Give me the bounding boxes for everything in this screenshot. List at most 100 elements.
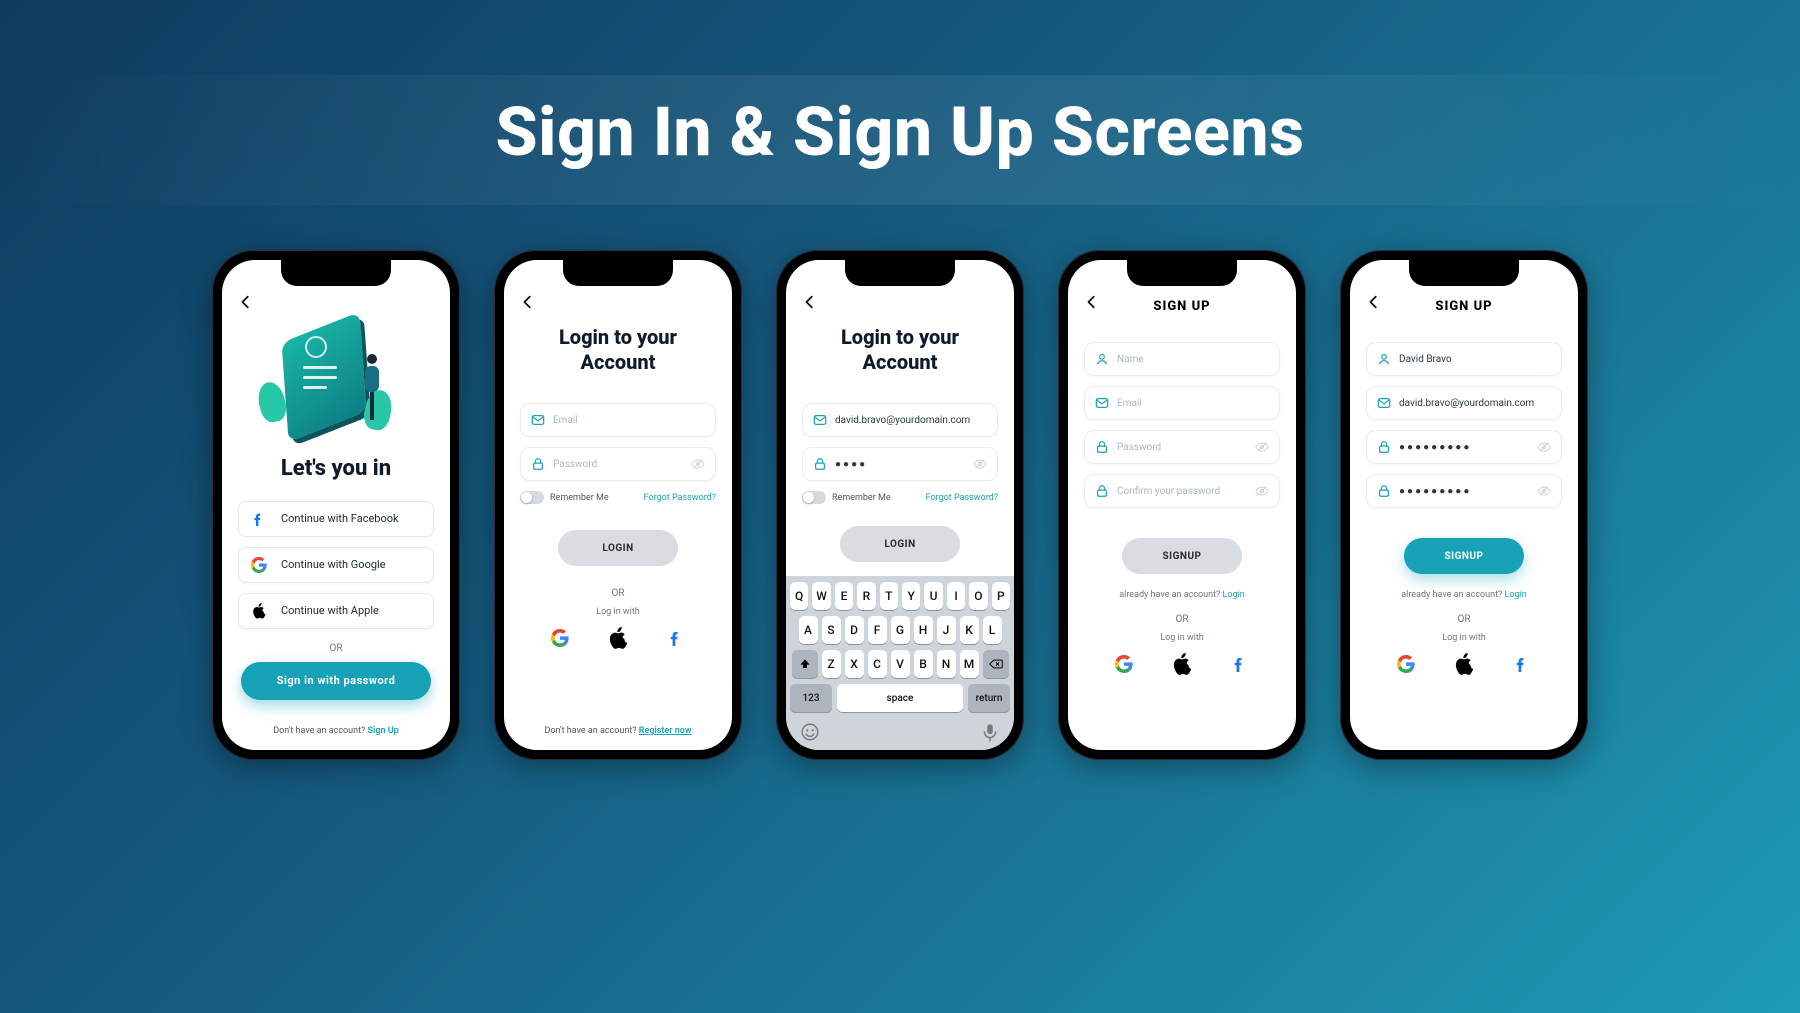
eye-icon[interactable]	[1255, 440, 1269, 454]
key-v[interactable]: V	[891, 650, 910, 678]
confirm-placeholder: Confirm your password	[1117, 486, 1247, 497]
key-j[interactable]: J	[937, 616, 956, 644]
key-space[interactable]: space	[837, 684, 963, 712]
key-p[interactable]: P	[992, 582, 1010, 610]
notch	[845, 260, 955, 286]
login-prompt-text: already have an account?	[1119, 590, 1222, 600]
login-prompt: already have an account? Login	[1084, 590, 1280, 600]
back-button[interactable]	[802, 294, 826, 315]
key-g[interactable]: G	[891, 616, 910, 644]
password-field[interactable]: Password	[1084, 430, 1280, 464]
key-y[interactable]: Y	[902, 582, 920, 610]
key-c[interactable]: C	[868, 650, 887, 678]
apple-login-icon[interactable]	[1455, 655, 1473, 673]
google-login-icon[interactable]	[1397, 655, 1415, 673]
key-f[interactable]: F	[868, 616, 887, 644]
emoji-icon[interactable]	[800, 722, 820, 742]
name-field[interactable]: David Bravo	[1366, 342, 1562, 376]
remember-label: Remember Me	[832, 493, 891, 503]
google-login-icon[interactable]	[1115, 655, 1133, 673]
apple-login-icon[interactable]	[609, 629, 627, 647]
continue-google-button[interactable]: Continue with Google	[238, 547, 434, 583]
signup-prompt: Don't have an account? Sign Up	[222, 726, 450, 736]
forgot-password-link[interactable]: Forgot Password?	[644, 493, 716, 503]
eye-icon[interactable]	[973, 457, 987, 471]
login-button[interactable]: LOGIN	[558, 530, 678, 566]
confirm-password-field[interactable]: Confirm your password	[1084, 474, 1280, 508]
signup-button[interactable]: SIGNUP	[1122, 538, 1242, 574]
password-field[interactable]: ●●●●●●●●●	[1366, 430, 1562, 464]
continue-facebook-button[interactable]: Continue with Facebook	[238, 501, 434, 537]
name-field[interactable]: Name	[1084, 342, 1280, 376]
key-q[interactable]: Q	[790, 582, 808, 610]
login-link[interactable]: Login	[1223, 590, 1245, 600]
password-field[interactable]: Password	[520, 447, 716, 481]
remember-toggle[interactable]	[802, 491, 826, 504]
login-with-label: Log in with	[520, 607, 716, 617]
email-field[interactable]: Email	[1084, 386, 1280, 420]
mic-icon[interactable]	[980, 722, 1000, 742]
or-divider: OR	[1366, 614, 1562, 625]
key-k[interactable]: K	[960, 616, 979, 644]
eye-icon[interactable]	[1537, 484, 1551, 498]
back-button[interactable]	[1366, 294, 1390, 315]
continue-facebook-label: Continue with Facebook	[281, 512, 399, 525]
key-123[interactable]: 123	[790, 684, 832, 712]
remember-toggle[interactable]	[520, 491, 544, 504]
key-r[interactable]: R	[857, 582, 875, 610]
key-shift[interactable]	[792, 650, 818, 678]
lock-icon	[531, 457, 545, 471]
eye-icon[interactable]	[1255, 484, 1269, 498]
password-field[interactable]: ●●●●	[802, 447, 998, 481]
signup-title: SIGN UP	[1153, 299, 1210, 314]
key-h[interactable]: H	[914, 616, 933, 644]
login-button[interactable]: LOGIN	[840, 526, 960, 562]
key-x[interactable]: X	[845, 650, 864, 678]
key-d[interactable]: D	[845, 616, 864, 644]
continue-google-label: Continue with Google	[281, 558, 386, 571]
email-field[interactable]: david.bravo@yourdomain.com	[1366, 386, 1562, 420]
key-b[interactable]: B	[914, 650, 933, 678]
user-icon	[1377, 352, 1391, 366]
key-i[interactable]: I	[947, 582, 965, 610]
key-u[interactable]: U	[924, 582, 942, 610]
apple-login-icon[interactable]	[1173, 655, 1191, 673]
confirm-password-field[interactable]: ●●●●●●●●●	[1366, 474, 1562, 508]
continue-apple-label: Continue with Apple	[281, 604, 379, 617]
name-value: David Bravo	[1399, 354, 1551, 365]
signup-button[interactable]: SIGNUP	[1404, 538, 1524, 574]
key-t[interactable]: T	[880, 582, 898, 610]
back-button[interactable]	[238, 294, 262, 315]
signup-link[interactable]: Sign Up	[368, 726, 399, 736]
key-n[interactable]: N	[937, 650, 956, 678]
key-o[interactable]: O	[969, 582, 987, 610]
key-s[interactable]: S	[822, 616, 841, 644]
register-link[interactable]: Register now	[639, 726, 692, 736]
key-z[interactable]: Z	[822, 650, 841, 678]
notch	[281, 260, 391, 286]
continue-apple-button[interactable]: Continue with Apple	[238, 593, 434, 629]
key-l[interactable]: L	[983, 616, 1002, 644]
login-link[interactable]: Login	[1505, 590, 1527, 600]
email-field[interactable]: david.bravo@yourdomain.com	[802, 403, 998, 437]
back-button[interactable]	[520, 294, 544, 315]
phone-signup-empty: SIGN UP Name Email Password	[1058, 250, 1306, 760]
key-m[interactable]: M	[960, 650, 979, 678]
facebook-login-icon[interactable]	[667, 629, 685, 647]
key-w[interactable]: W	[812, 582, 830, 610]
eye-icon[interactable]	[691, 457, 705, 471]
signin-password-button[interactable]: Sign in with password	[241, 662, 431, 700]
key-return[interactable]: return	[968, 684, 1010, 712]
email-field[interactable]: Email	[520, 403, 716, 437]
login-heading-l2: Account	[581, 350, 656, 374]
or-divider: OR	[238, 643, 434, 654]
forgot-password-link[interactable]: Forgot Password?	[926, 493, 998, 503]
back-button[interactable]	[1084, 294, 1108, 315]
facebook-login-icon[interactable]	[1513, 655, 1531, 673]
key-e[interactable]: E	[835, 582, 853, 610]
key-backspace[interactable]	[983, 650, 1009, 678]
facebook-login-icon[interactable]	[1231, 655, 1249, 673]
eye-icon[interactable]	[1537, 440, 1551, 454]
google-login-icon[interactable]	[551, 629, 569, 647]
key-a[interactable]: A	[799, 616, 818, 644]
